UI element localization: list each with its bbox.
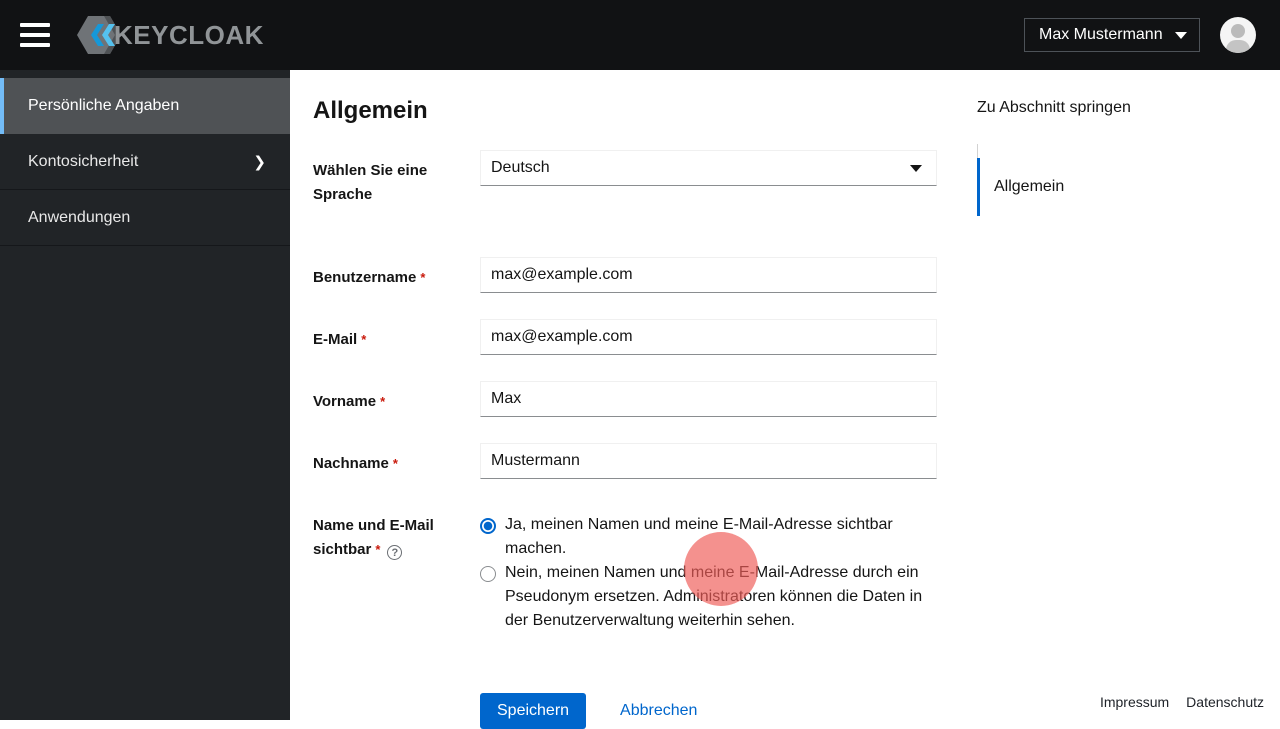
jump-panel-title: Zu Abschnitt springen — [977, 99, 1197, 117]
sidebar-item-label: Kontosicherheit — [28, 153, 138, 171]
sidebar-item-label: Persönliche Angaben — [28, 97, 179, 115]
form-row-email: E-Mail * — [313, 319, 963, 355]
language-selected-value: Deutsch — [491, 159, 550, 177]
cancel-button[interactable]: Abbrechen — [620, 702, 697, 720]
main-content: Allgemein Wählen Sie eine Sprache Deutsc… — [290, 70, 1280, 720]
jump-links-list: Allgemein — [977, 144, 1197, 210]
hamburger-menu-icon[interactable] — [20, 23, 50, 47]
form-row-lastname: Nachname * — [313, 443, 963, 479]
form-actions: Speichern Abbrechen — [480, 693, 963, 729]
required-asterisk: * — [361, 332, 366, 347]
footer-link-impressum[interactable]: Impressum — [1100, 694, 1169, 710]
visibility-label: Name und E-Mail sichtbar — [313, 517, 434, 558]
language-select[interactable]: Deutsch — [480, 150, 937, 186]
lastname-input[interactable] — [480, 443, 937, 479]
email-label: E-Mail — [313, 331, 357, 348]
help-icon[interactable]: ? — [387, 545, 402, 560]
lastname-label: Nachname — [313, 455, 389, 472]
username-input[interactable] — [480, 257, 937, 293]
caret-down-icon — [1175, 32, 1187, 39]
personal-info-form: Wählen Sie eine Sprache Deutsch Benutzer… — [313, 150, 963, 729]
user-name: Max Mustermann — [1039, 26, 1163, 44]
language-label: Wählen Sie eine Sprache — [313, 150, 480, 207]
radio-option-no-label: Nein, meinen Namen und meine E-Mail-Adre… — [505, 561, 937, 633]
caret-down-icon — [910, 165, 922, 172]
sidebar-item-label: Anwendungen — [28, 209, 130, 227]
avatar[interactable] — [1220, 17, 1256, 53]
form-row-language: Wählen Sie eine Sprache Deutsch — [313, 150, 963, 207]
email-input[interactable] — [480, 319, 937, 355]
sidebar: Persönliche Angaben Kontosicherheit ❯ An… — [0, 70, 290, 720]
user-menu-dropdown[interactable]: Max Mustermann — [1024, 18, 1200, 52]
form-row-visibility: Name und E-Mail sichtbar*? Ja, meinen Na… — [313, 505, 963, 633]
footer: Impressum Datenschutz — [1100, 694, 1264, 710]
radio-unchecked-icon[interactable] — [480, 566, 496, 582]
firstname-label: Vorname — [313, 393, 376, 410]
page-title: Allgemein — [313, 97, 428, 125]
visibility-radio-group: Ja, meinen Namen und meine E-Mail-Adress… — [480, 505, 937, 633]
form-row-username: Benutzername * — [313, 257, 963, 293]
jump-link-general[interactable]: Allgemein — [978, 164, 1197, 210]
sidebar-item-account-security[interactable]: Kontosicherheit ❯ — [0, 134, 290, 190]
avatar-person-icon — [1231, 24, 1245, 38]
required-asterisk: * — [420, 270, 425, 285]
radio-checked-icon[interactable] — [480, 518, 496, 534]
brand-text: KEYCLOAK — [114, 20, 264, 51]
save-button[interactable]: Speichern — [480, 693, 586, 729]
required-asterisk: * — [393, 456, 398, 471]
required-asterisk: * — [380, 394, 385, 409]
radio-option-yes-label: Ja, meinen Namen und meine E-Mail-Adress… — [505, 513, 937, 561]
radio-option-no[interactable]: Nein, meinen Namen und meine E-Mail-Adre… — [480, 561, 937, 633]
chevron-right-icon: ❯ — [253, 153, 266, 171]
keycloak-logo: KEYCLOAK — [76, 13, 264, 57]
footer-link-datenschutz[interactable]: Datenschutz — [1186, 694, 1264, 710]
radio-option-yes[interactable]: Ja, meinen Namen und meine E-Mail-Adress… — [480, 513, 937, 561]
required-asterisk: * — [375, 542, 380, 557]
sidebar-item-applications[interactable]: Anwendungen — [0, 190, 290, 246]
form-row-firstname: Vorname * — [313, 381, 963, 417]
firstname-input[interactable] — [480, 381, 937, 417]
top-bar: KEYCLOAK Max Mustermann — [0, 0, 1280, 70]
jump-links-panel: Zu Abschnitt springen Allgemein — [977, 99, 1197, 210]
sidebar-item-personal-info[interactable]: Persönliche Angaben — [0, 78, 290, 134]
username-label: Benutzername — [313, 269, 416, 286]
